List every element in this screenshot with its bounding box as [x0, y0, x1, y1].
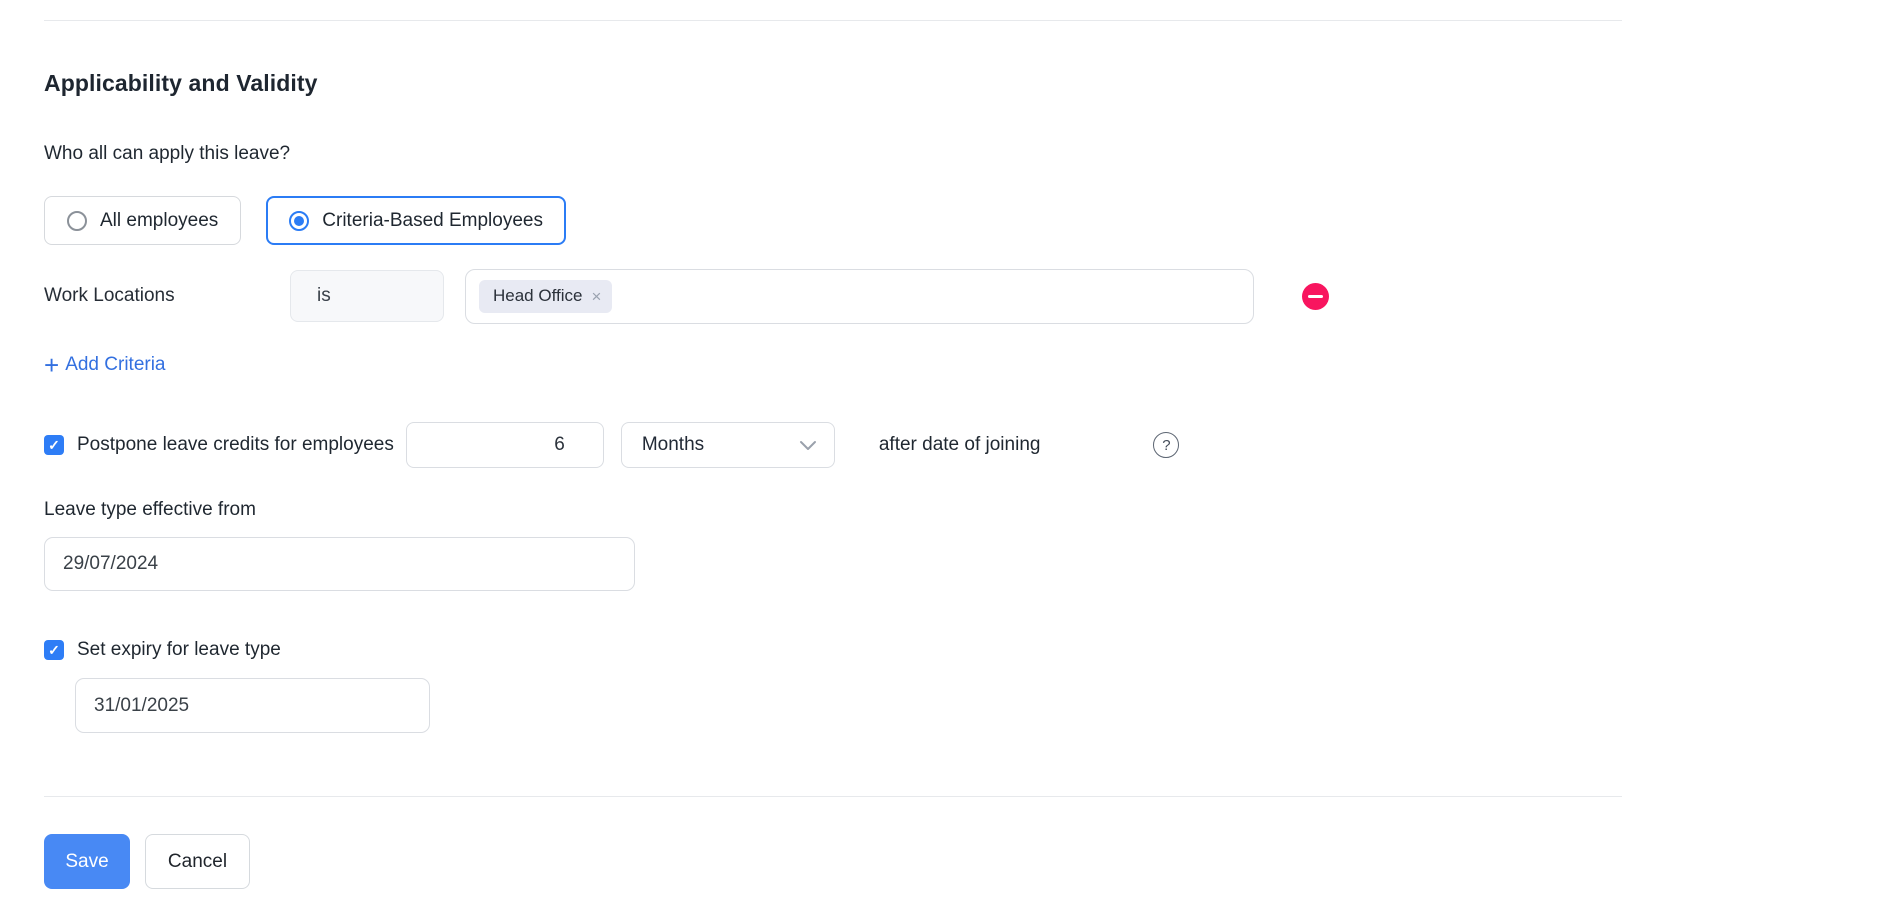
- remove-criteria-icon[interactable]: [1302, 283, 1329, 310]
- question-mark-glyph: ?: [1162, 437, 1170, 454]
- criteria-operator-value: is: [317, 285, 331, 307]
- checkmark-icon: ✓: [48, 437, 60, 454]
- plus-icon: +: [44, 355, 59, 375]
- postpone-row: ✓ Postpone leave credits for employees M…: [44, 422, 1896, 468]
- form-actions: Save Cancel: [44, 834, 1896, 889]
- save-button[interactable]: Save: [44, 834, 130, 889]
- checkmark-icon: ✓: [48, 642, 60, 659]
- section-divider-top: [44, 20, 1622, 21]
- postpone-checkbox[interactable]: ✓: [44, 435, 64, 455]
- criteria-chip: Head Office ×: [479, 280, 612, 313]
- criteria-values-multiselect[interactable]: Head Office ×: [465, 269, 1254, 324]
- criteria-row: Work Locations is Head Office ×: [44, 268, 1896, 324]
- postpone-label: Postpone leave credits for employees: [77, 434, 394, 456]
- criteria-field-label: Work Locations: [44, 285, 290, 307]
- option-criteria-based-employees[interactable]: Criteria-Based Employees: [266, 196, 566, 245]
- radio-selected-icon[interactable]: [289, 211, 309, 231]
- criteria-chip-label: Head Office: [493, 286, 582, 306]
- option-all-employees[interactable]: All employees: [44, 196, 241, 245]
- effective-from-date-input[interactable]: [44, 537, 635, 591]
- apply-options-group: All employees Criteria-Based Employees: [44, 196, 1896, 245]
- chevron-down-icon: [799, 440, 817, 451]
- section-divider-bottom: [44, 796, 1622, 797]
- option-all-employees-label: All employees: [100, 210, 218, 232]
- apply-question-label: Who all can apply this leave?: [44, 142, 1896, 166]
- cancel-button[interactable]: Cancel: [145, 834, 250, 889]
- postpone-duration-input[interactable]: [406, 422, 604, 468]
- expiry-checkbox[interactable]: ✓: [44, 640, 64, 660]
- effective-from-label: Leave type effective from: [44, 498, 1896, 522]
- add-criteria-link[interactable]: + Add Criteria: [44, 354, 166, 376]
- option-criteria-based-label: Criteria-Based Employees: [322, 210, 543, 232]
- postpone-suffix-label: after date of joining: [879, 434, 1041, 456]
- criteria-operator-select[interactable]: is: [290, 270, 444, 322]
- duration-unit-select[interactable]: Months: [621, 422, 835, 468]
- add-criteria-label: Add Criteria: [65, 354, 165, 376]
- expiry-date-input[interactable]: [75, 678, 430, 733]
- expiry-row: ✓ Set expiry for leave type: [44, 639, 1896, 661]
- expiry-label: Set expiry for leave type: [77, 639, 281, 661]
- help-icon[interactable]: ?: [1153, 432, 1179, 458]
- page-title: Applicability and Validity: [44, 68, 1896, 98]
- chip-remove-icon[interactable]: ×: [591, 288, 601, 305]
- radio-unselected-icon[interactable]: [67, 211, 87, 231]
- duration-unit-value: Months: [642, 434, 704, 456]
